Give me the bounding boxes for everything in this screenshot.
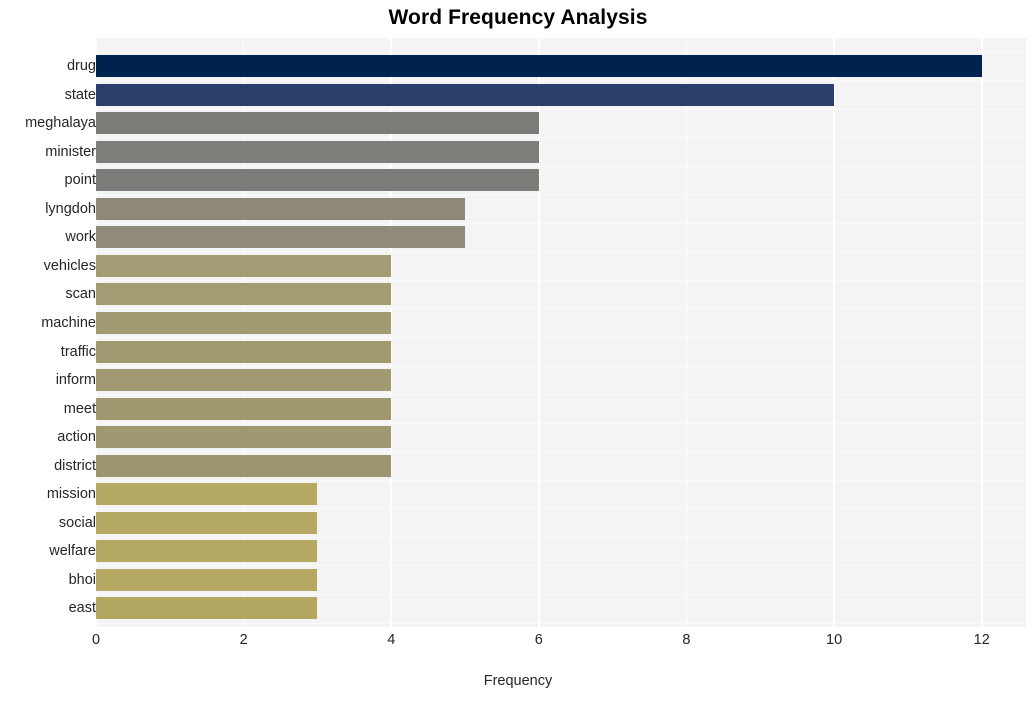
x-axis-tick-label: 0: [91, 632, 101, 648]
y-axis-tick-label: work: [65, 229, 96, 246]
x-axis-tick-label: 2: [239, 632, 248, 648]
gridline-horizontal: [96, 365, 1026, 367]
gridline-horizontal: [96, 137, 1026, 139]
gridline-horizontal: [96, 565, 1026, 567]
y-axis-tick-label: minister: [45, 143, 96, 160]
x-axis-tick-label: 8: [682, 632, 691, 648]
y-axis-tick-labels: drug state meghalaya minister point lyngdoh wo…: [0, 38, 96, 627]
gridline-horizontal: [96, 251, 1026, 253]
gridline-horizontal: [96, 337, 1026, 338]
bar: [96, 283, 392, 306]
bar: [96, 454, 392, 477]
x-axis-tick-label: 4: [387, 632, 396, 648]
y-axis-tick-label: bhoi: [68, 571, 96, 588]
gridline-horizontal: [96, 308, 1026, 310]
bar: [96, 369, 392, 392]
y-axis-tick-label: welfare: [49, 543, 96, 560]
gridline-horizontal: [96, 165, 1026, 167]
gridline-horizontal: [96, 279, 1026, 281]
bar: [96, 169, 539, 192]
bar: [96, 483, 318, 506]
y-axis-tick-label: machine: [41, 314, 96, 331]
bar: [96, 511, 318, 534]
bar: [96, 311, 392, 334]
gridline-horizontal: [96, 536, 1026, 538]
gridline-horizontal: [96, 508, 1026, 510]
bar: [96, 254, 392, 277]
y-axis-tick-label: social: [58, 514, 96, 531]
gridline-horizontal: [96, 194, 1026, 196]
x-axis-tick-label: 12: [973, 632, 990, 648]
y-axis-tick-label: east: [68, 600, 96, 617]
bar: [96, 540, 318, 563]
x-axis-label: Frequency: [483, 673, 553, 689]
y-axis-tick-label: vehicles: [43, 257, 96, 274]
bar: [96, 112, 539, 135]
gridline-vertical: [980, 38, 983, 627]
y-axis-tick-label: scan: [65, 286, 96, 303]
y-axis-tick-label: lyngdoh: [45, 200, 96, 217]
bar: [96, 55, 982, 77]
bar: [96, 597, 318, 620]
bar: [96, 140, 539, 163]
y-axis-tick-label: traffic: [60, 343, 96, 360]
x-axis-tick-labels: 0 2 4 6 8 10 12: [0, 632, 1036, 656]
y-axis-tick-label: action: [57, 429, 96, 446]
y-axis-tick-label: inform: [55, 372, 96, 389]
gridline-vertical: [833, 38, 835, 627]
y-axis-tick-label: drug: [66, 58, 96, 74]
bar: [96, 83, 835, 106]
gridline-horizontal: [96, 394, 1026, 396]
bar: [96, 197, 466, 220]
chart-figure: Word Frequency Analysis drug state meghala…: [0, 0, 1036, 701]
bar: [96, 226, 466, 249]
plot-area: [96, 38, 1026, 627]
gridline-horizontal: [96, 422, 1026, 424]
gridline-horizontal: [96, 80, 1026, 82]
gridline-horizontal: [96, 451, 1026, 453]
gridline-horizontal: [96, 593, 1026, 595]
y-axis-tick-label: meghalaya: [25, 115, 96, 132]
gridline-horizontal: [96, 479, 1026, 481]
gridline-horizontal: [96, 222, 1026, 224]
x-axis-tick-label: 10: [826, 632, 843, 648]
y-axis-tick-label: state: [64, 86, 96, 103]
y-axis-tick-label: point: [64, 172, 96, 189]
gridline-horizontal: [96, 622, 1026, 624]
bar: [96, 568, 318, 591]
bar: [96, 340, 392, 363]
y-axis-tick-label: meet: [63, 400, 96, 417]
bar: [96, 397, 392, 420]
y-axis-tick-label: mission: [46, 486, 96, 503]
y-axis-tick-label: district: [54, 457, 96, 474]
gridline-vertical: [685, 38, 688, 627]
bar: [96, 426, 392, 449]
page-title: Word Frequency Analysis: [388, 6, 648, 29]
gridline-horizontal: [96, 108, 1026, 110]
x-axis-tick-label: 6: [534, 632, 543, 648]
gridline-horizontal: [96, 51, 1026, 53]
